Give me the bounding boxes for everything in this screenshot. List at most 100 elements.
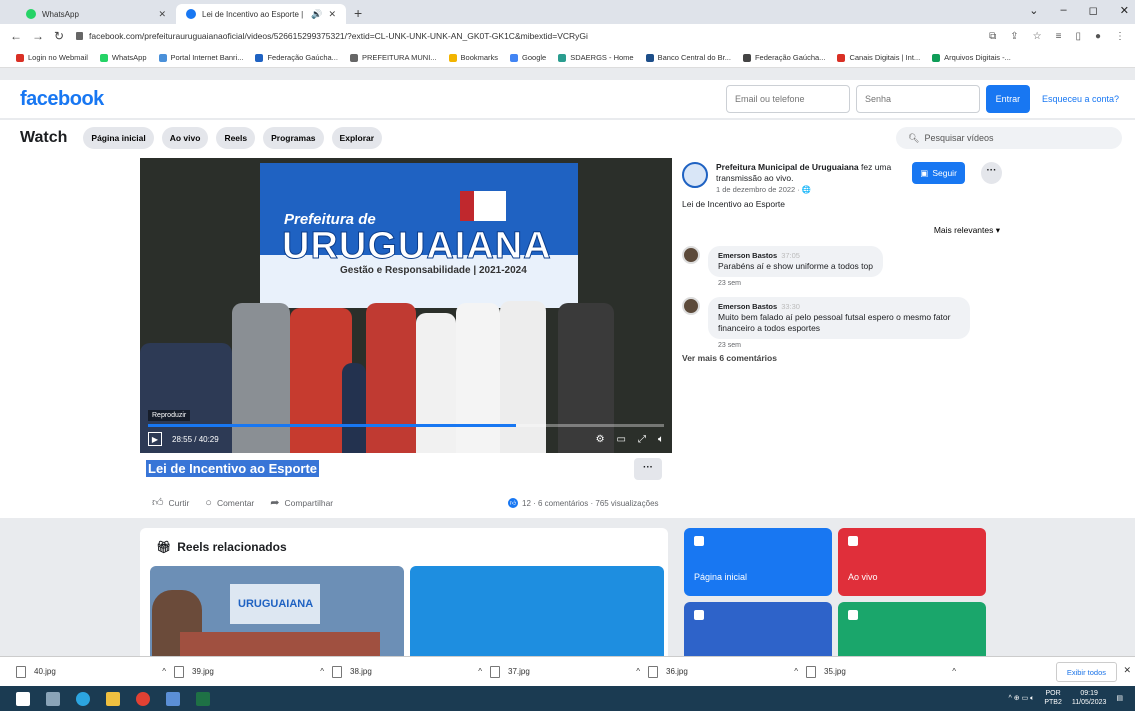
download-item[interactable]: 36.jpg ^ — [648, 665, 806, 678]
share-button[interactable]: ➦ Compartilhar — [270, 496, 333, 509]
forward-button[interactable]: → — [32, 29, 44, 43]
avatar[interactable] — [682, 297, 700, 315]
fullscreen-icon[interactable]: ⤢ — [638, 434, 646, 445]
close-icon[interactable]: ✕ — [158, 9, 166, 20]
sidebar-icon[interactable]: ▯ — [1075, 31, 1081, 42]
bookmark-item[interactable]: Federação Gaúcha... — [742, 53, 825, 62]
menu-icon[interactable]: ⋮ — [1115, 31, 1125, 42]
tab-whatsapp[interactable]: WhatsApp ✕ — [16, 4, 176, 24]
reload-button[interactable]: ↻ — [54, 29, 64, 43]
bookmark-item[interactable]: PREFEITURA MUNI... — [349, 53, 437, 62]
bookmark-item[interactable]: Portal Internet Banri... — [158, 53, 243, 62]
share-icon[interactable]: ⇪ — [1010, 31, 1018, 42]
download-item[interactable]: 35.jpg ^ — [806, 665, 964, 678]
playlist-icon[interactable]: ≡ — [1056, 31, 1062, 42]
tile-live[interactable]: Ao vivo — [838, 528, 986, 596]
excel-icon[interactable] — [196, 691, 210, 706]
chrome-icon[interactable] — [136, 691, 150, 706]
bookmark-item[interactable]: Google — [510, 53, 546, 62]
watch-nav-home[interactable]: Página inicial — [83, 127, 154, 149]
password-field[interactable] — [855, 85, 980, 113]
download-item[interactable]: 39.jpg ^ — [174, 665, 332, 678]
show-all-downloads-button[interactable]: Exibir todos — [1055, 662, 1117, 682]
watch-nav-live[interactable]: Ao vivo — [161, 127, 209, 149]
close-icon[interactable]: ✕ — [1123, 665, 1131, 676]
more-options-button[interactable]: ··· — [634, 458, 662, 480]
download-item[interactable]: 38.jpg ^ — [332, 665, 490, 678]
reel-thumbnail[interactable] — [410, 566, 664, 666]
bookmark-item[interactable]: Login no Webmail — [16, 53, 88, 62]
page-name[interactable]: Prefeitura Municipal de Uruguaiana — [716, 162, 859, 172]
audio-icon[interactable]: 🔊 — [311, 9, 322, 20]
search-videos-input[interactable]: 🔍︎ Pesquisar vídeos — [896, 127, 1122, 149]
bookmark-item[interactable]: SDAERGS - Home — [558, 53, 634, 62]
avatar[interactable] — [682, 246, 700, 264]
app-icon[interactable] — [166, 691, 180, 706]
comment-author[interactable]: Emerson Bastos — [718, 251, 777, 260]
chevron-up-icon[interactable]: ^ — [636, 667, 640, 676]
forgot-account-link[interactable]: Esqueceu a conta? — [1036, 94, 1119, 104]
star-icon[interactable]: ☆ — [1033, 31, 1042, 42]
bookmark-icon — [99, 53, 108, 62]
close-icon[interactable]: ✕ — [328, 9, 336, 20]
captions-icon[interactable]: ▭ — [617, 434, 626, 445]
notification-icon[interactable]: ▤ — [1116, 694, 1123, 702]
language-indicator[interactable]: POR PTB2 — [1044, 689, 1062, 707]
like-button[interactable]: 👍︎ Curtir — [152, 496, 189, 509]
comment-author[interactable]: Emerson Bastos — [718, 302, 777, 311]
bookmark-item[interactable]: WhatsApp — [99, 53, 147, 62]
see-more-comments-link[interactable]: Ver mais 6 comentários — [682, 353, 1002, 363]
chevron-up-icon[interactable]: ^ — [162, 667, 166, 676]
bookmark-item[interactable]: Canais Digitais | Int... — [837, 53, 920, 62]
windows-start-icon[interactable] — [16, 691, 30, 706]
bookmark-item[interactable]: Arquivos Digitais -... — [932, 53, 1011, 62]
comment: Emerson Bastos 37:05 Parabéns aí e show u… — [682, 246, 1002, 287]
tray-icons[interactable]: ^ ⊕ ▭ 🔈︎ — [1009, 694, 1035, 703]
maximize-button[interactable]: ◻ — [1089, 4, 1098, 17]
edge-icon[interactable] — [76, 691, 90, 706]
google-lens-icon[interactable]: ⧉ — [989, 31, 996, 42]
minimize-button[interactable]: – — [1061, 4, 1067, 17]
chevron-up-icon[interactable]: ^ — [952, 667, 956, 676]
download-item[interactable]: 40.jpg ^ — [16, 665, 174, 678]
comment-button[interactable]: ○ Comentar — [205, 497, 254, 509]
file-explorer-icon[interactable] — [106, 691, 120, 706]
post-date[interactable]: 1 de dezembro de 2022 · 🌐 — [716, 184, 896, 195]
new-tab-button[interactable]: + — [346, 5, 370, 24]
settings-icon[interactable]: ⚙ — [596, 434, 605, 445]
facebook-logo[interactable]: facebook — [20, 88, 104, 111]
close-window-button[interactable]: ✕ — [1120, 4, 1129, 17]
chevron-down-icon[interactable]: ⌄ — [1029, 4, 1038, 17]
reel-thumbnail[interactable]: URUGUAIANA — [150, 566, 404, 666]
bookmark-icon — [16, 53, 24, 62]
video-player[interactable]: Prefeitura de URUGUAIANA Gestão e Respon… — [140, 158, 672, 453]
play-button[interactable]: ▶ — [148, 432, 162, 446]
sort-comments-dropdown[interactable]: Mais relevantes ▾ — [682, 225, 1002, 236]
follow-button[interactable]: ▣ Seguir — [912, 162, 965, 184]
email-field[interactable] — [725, 85, 850, 113]
watch-nav-shows[interactable]: Programas — [263, 127, 324, 149]
address-bar[interactable]: facebook.com/prefeiturauruguaianaoficial… — [76, 27, 977, 45]
chevron-up-icon[interactable]: ^ — [794, 667, 798, 676]
page-avatar[interactable] — [682, 162, 708, 188]
login-button[interactable]: Entrar — [985, 85, 1030, 113]
bookmark-item[interactable]: Federação Gaúcha... — [255, 53, 338, 62]
address-row: ← → ↻ facebook.com/prefeiturauruguaianao… — [0, 24, 1135, 48]
tab-lei-incentivo[interactable]: Lei de Incentivo ao Esporte | 🔊 ✕ — [176, 4, 346, 24]
profile-icon[interactable]: ● — [1095, 31, 1101, 42]
tile-home[interactable]: Página inicial — [684, 528, 832, 596]
bookmark-item[interactable]: Bookmarks — [448, 53, 498, 62]
bookmark-item[interactable]: Banco Central do Br... — [645, 53, 731, 62]
task-view-icon[interactable] — [46, 691, 60, 706]
video-stats[interactable]: 👍︎ 12 · 6 comentários · 765 visualizaçõe… — [508, 498, 659, 508]
volume-icon[interactable]: 🔈︎ — [658, 434, 664, 445]
download-item[interactable]: 37.jpg ^ — [490, 665, 648, 678]
watch-nav-reels[interactable]: Reels — [216, 127, 256, 149]
clock[interactable]: 09:19 11/05/2023 — [1072, 689, 1107, 707]
chevron-up-icon[interactable]: ^ — [478, 667, 482, 676]
watch-nav-explore[interactable]: Explorar — [331, 127, 383, 149]
chevron-up-icon[interactable]: ^ — [320, 667, 324, 676]
page-more-button[interactable]: ··· — [980, 162, 1002, 184]
back-button[interactable]: ← — [10, 29, 22, 43]
bookmark-icon — [837, 53, 846, 62]
